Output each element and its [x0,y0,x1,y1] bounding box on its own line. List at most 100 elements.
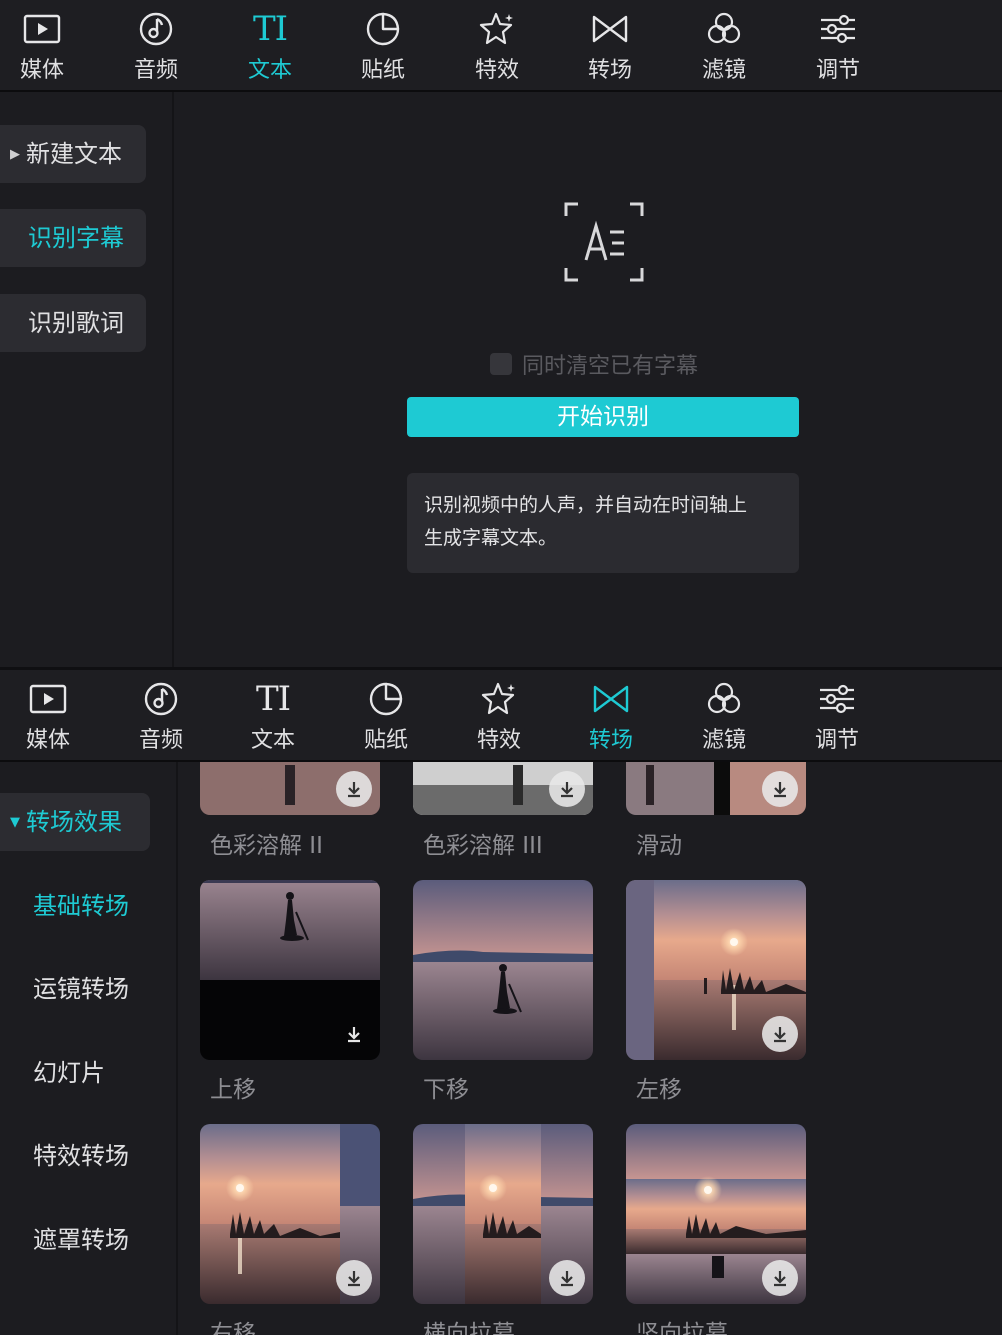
download-icon[interactable] [336,1016,372,1052]
tab-label: 转场 [588,728,633,753]
download-icon[interactable] [762,1260,798,1296]
download-icon[interactable] [762,771,798,807]
top-toolbar: 媒体 音频 TI 文本 贴纸 特效 转场 滤镜 调节 [0,0,1002,92]
bowtie-transition-icon [589,680,633,718]
tab-media[interactable]: 媒体 [0,0,87,90]
tab-filter[interactable]: 滤镜 [679,670,769,760]
sidebar-item-label: 新建文本 [26,140,122,168]
start-recognition-button[interactable]: 开始识别 [407,397,799,437]
sidebar-item-camera-transition[interactable]: 运镜转场 [0,960,150,1018]
sidebar-item-mask-transition[interactable]: 遮罩转场 [0,1211,150,1269]
tab-label: 文本 [247,58,292,83]
transition-thumb-horizontal-curtain[interactable] [413,1124,593,1304]
tab-effects[interactable]: 特效 [454,670,544,760]
tab-sticker[interactable]: 贴纸 [338,0,428,90]
transition-thumb-move-up[interactable] [200,880,380,1060]
text-recognition-icon [564,202,644,282]
filter-circles-icon [702,10,746,48]
sidebar-group-transition-effects[interactable]: ▼ 转场效果 [0,793,150,851]
tab-label: 特效 [476,728,521,753]
transition-thumb-vertical-curtain[interactable] [626,1124,806,1304]
sidebar-item-recognize-lyrics[interactable]: 识别歌词 [0,294,146,352]
sidebar-item-label: 幻灯片 [33,1059,105,1087]
sidebar-item-basic-transition[interactable]: 基础转场 [0,877,150,935]
transition-grid: 色彩溶解 II 色彩溶解 III 滑动 上移 下移 左移 右移 横向拉幕 竖向拉… [178,762,1002,1335]
music-note-icon [134,10,178,48]
tab-label: 贴纸 [360,58,405,83]
tab-adjust[interactable]: 调节 [793,0,883,90]
tab-label: 媒体 [25,728,70,753]
tab-text[interactable]: TI 文本 [225,0,315,90]
tab-label: 贴纸 [363,728,408,753]
filter-circles-icon [702,680,746,718]
checkbox[interactable] [490,353,512,375]
tab-label: 调节 [815,58,860,83]
sidebar-item-label: 识别歌词 [28,309,124,337]
sidebar-item-label: 遮罩转场 [33,1226,129,1254]
tab-label: 调节 [814,728,859,753]
sidebar-item-recognize-subtitles[interactable]: 识别字幕 [0,209,146,267]
thumb-caption: 右移 [210,1321,256,1335]
download-icon[interactable] [762,1016,798,1052]
sparkle-star-icon [477,680,521,718]
tab-adjust[interactable]: 调节 [792,670,882,760]
text-ti-icon: TI [252,9,288,49]
tab-transition[interactable]: 转场 [566,670,656,760]
tab-transition[interactable]: 转场 [565,0,655,90]
tab-media[interactable]: 媒体 [3,670,93,760]
download-icon[interactable] [549,1260,585,1296]
tab-label: 媒体 [19,58,64,83]
transition-panel: 媒体 音频 TI 文本 贴纸 特效 转场 滤镜 调节 ▼ 转场效果 基础转场 运… [0,670,1002,1335]
text-ti-icon: TI [255,679,291,719]
download-icon[interactable] [336,771,372,807]
thumb-caption: 滑动 [636,833,682,859]
bowtie-transition-icon [588,10,632,48]
caret-down-icon: ▼ [10,815,20,830]
tab-label: 音频 [138,728,183,753]
sliders-adjust-icon [816,10,860,48]
download-icon[interactable] [549,771,585,807]
tab-filter[interactable]: 滤镜 [679,0,769,90]
tab-label: 文本 [250,728,295,753]
transition-thumb-slide[interactable] [626,762,806,815]
media-play-icon [26,680,70,718]
tab-audio[interactable]: 音频 [111,0,201,90]
tip-line: 生成字幕文本。 [424,527,558,549]
bottom-toolbar: 媒体 音频 TI 文本 贴纸 特效 转场 滤镜 调节 [0,670,1002,762]
sidebar-item-label: 识别字幕 [28,224,124,252]
tab-sticker[interactable]: 贴纸 [341,670,431,760]
sidebar-item-new-text[interactable]: ▶ 新建文本 [0,125,146,183]
transition-thumb-move-right[interactable] [200,1124,380,1304]
thumb-caption: 色彩溶解 II [210,833,323,859]
tab-effects[interactable]: 特效 [452,0,542,90]
transition-thumb-color-dissolve-3[interactable] [413,762,593,815]
sidebar-item-slideshow[interactable]: 幻灯片 [0,1044,150,1102]
tip-line: 识别视频中的人声，并自动在时间轴上 [424,494,748,516]
tab-label: 音频 [133,58,178,83]
info-tip-box: 识别视频中的人声，并自动在时间轴上 生成字幕文本。 [407,473,799,573]
transition-sidebar: ▼ 转场效果 基础转场 运镜转场 幻灯片 特效转场 遮罩转场 [0,762,178,1335]
transition-thumb-move-down[interactable] [413,880,593,1060]
caret-right-icon: ▶ [10,147,20,162]
tab-label: 转场 [587,58,632,83]
sidebar-item-label: 特效转场 [33,1142,129,1170]
media-play-icon [20,10,64,48]
checkbox-label: 同时清空已有字幕 [522,354,699,379]
download-icon[interactable] [336,1260,372,1296]
text-sidebar: ▶ 新建文本 识别字幕 识别歌词 [0,92,174,667]
thumb-caption: 上移 [210,1077,256,1103]
sidebar-item-effect-transition[interactable]: 特效转场 [0,1127,150,1185]
sidebar-item-label: 基础转场 [33,892,129,920]
sticker-icon [364,680,408,718]
tab-label: 特效 [474,58,519,83]
transition-thumb-color-dissolve-2[interactable] [200,762,380,815]
tab-label: 滤镜 [701,728,746,753]
thumb-caption: 左移 [636,1077,682,1103]
thumb-caption: 横向拉幕 [423,1321,515,1335]
sliders-adjust-icon [815,680,859,718]
transition-thumb-move-left[interactable] [626,880,806,1060]
tab-audio[interactable]: 音频 [116,670,206,760]
clear-existing-subtitles-option[interactable]: 同时清空已有字幕 [490,348,698,380]
tab-label: 滤镜 [701,58,746,83]
tab-text[interactable]: TI 文本 [228,670,318,760]
